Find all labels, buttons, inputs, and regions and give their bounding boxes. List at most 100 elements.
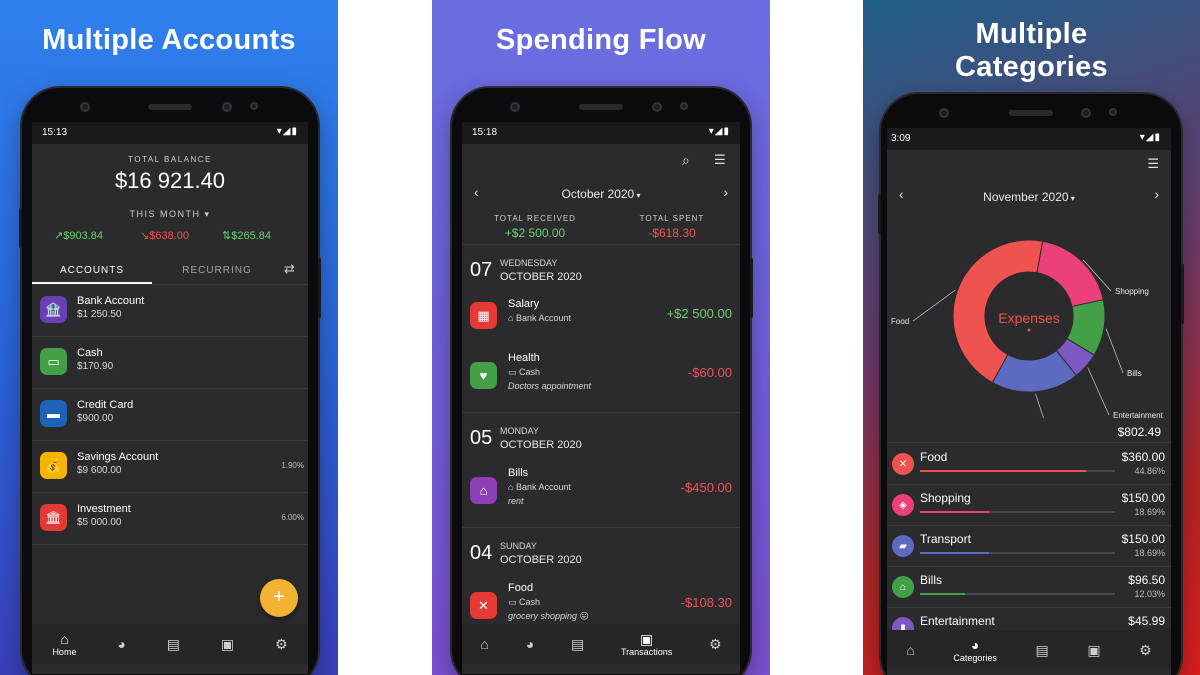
nav-home[interactable]: ⌂ — [480, 636, 488, 652]
category-percent: 18.69% — [1134, 507, 1165, 517]
category-row[interactable]: ◈ Shopping $150.00 18.69% — [887, 485, 1171, 526]
category-progress-track — [920, 470, 1115, 472]
gear-icon: ⚙ — [709, 635, 722, 652]
tab-accounts[interactable]: ACCOUNTS — [32, 257, 152, 284]
transaction-amount: -$450.00 — [680, 480, 732, 495]
day-number: 07 — [470, 259, 493, 281]
nav-settings[interactable]: ⚙ — [275, 636, 288, 652]
transaction-row[interactable]: ♥ Health ▭ Cash Doctors appointment -$60… — [462, 347, 740, 409]
list-view-icon[interactable]: ☰ — [1147, 156, 1159, 172]
nav-home[interactable]: ⌂ — [906, 641, 915, 658]
clipboard-icon: ▣ — [220, 635, 235, 652]
chevron-right-icon[interactable]: › — [1154, 186, 1159, 202]
transaction-title: Health — [508, 352, 540, 364]
nav-settings[interactable]: ⚙ — [1139, 642, 1152, 658]
category-name: Bills — [920, 573, 943, 587]
bar-chart-icon: ▤ — [166, 635, 180, 652]
account-balance: $1 250.50 — [77, 309, 122, 320]
account-row-cash[interactable]: ▭ Cash $170.90 — [32, 337, 308, 389]
nav-home[interactable]: ⌂ Home — [52, 630, 76, 657]
nav-transactions[interactable]: ▣ Transactions — [621, 631, 672, 657]
chevron-down-icon: ▾ — [1068, 194, 1075, 203]
category-row[interactable]: ▰ Transport $150.00 18.69% — [887, 526, 1171, 567]
nav-transactions[interactable]: ▣ — [1087, 642, 1100, 658]
transfer-icon[interactable]: ⇄ — [284, 261, 295, 277]
account-rate: 1.90% — [281, 461, 304, 470]
account-balance: $5 000.00 — [77, 517, 122, 528]
account-name: Investment — [77, 503, 131, 515]
category-name: Shopping — [920, 491, 971, 505]
home-icon: ⌂ — [60, 630, 69, 647]
month-label: November 2020 — [983, 190, 1069, 204]
food-icon: ✕ — [892, 453, 914, 475]
day-number: 04 — [470, 542, 493, 564]
home-icon: ⌂ — [906, 641, 915, 658]
status-icons: ▾◢▮ — [276, 126, 298, 137]
account-row-investment[interactable]: 🏛 Investment $5 000.00 6.00% — [32, 493, 308, 545]
nav-settings[interactable]: ⚙ — [709, 635, 722, 652]
nav-reports[interactable]: ▤ — [166, 635, 180, 652]
transport-icon: ▰ — [892, 535, 914, 557]
transaction-amount: -$60.00 — [687, 365, 732, 380]
donut-leader-line — [1087, 367, 1110, 416]
category-row[interactable]: ✕ Food $360.00 44.86% — [887, 444, 1171, 485]
category-amount: $150.00 — [1121, 532, 1165, 546]
nav-transactions[interactable]: ▣ — [220, 635, 235, 652]
transaction-account: ▭ Cash — [508, 367, 541, 377]
total-balance-label: TOTAL BALANCE — [128, 155, 212, 164]
transaction-row[interactable]: ▦ Salary ⌂ Bank Account +$2 500.00 — [462, 292, 740, 344]
categories-screen: 3:09 ▾◢▮ ☰ ‹ November 2020 ▾ › Shopping B… — [887, 128, 1171, 675]
bottom-nav: ⌂ Home ◕ ▤ ▣ ⚙ — [32, 624, 308, 664]
month-label: October 2020 — [561, 187, 635, 201]
month-selector[interactable]: November 2020 ▾ — [887, 190, 1171, 204]
filter-icon[interactable]: ☰ — [714, 152, 726, 168]
account-balance: $9 600.00 — [77, 465, 122, 476]
period-selector[interactable]: THIS MONTH ▾ — [32, 209, 308, 220]
bank-icon: 🏦 — [40, 296, 67, 323]
total-spent-value: -$618.30 — [648, 226, 696, 240]
category-progress-fill — [920, 470, 1087, 472]
account-name: Credit Card — [77, 399, 134, 411]
bottom-nav: ⌂ ◕ ▤ ▣ Transactions ⚙ — [462, 624, 740, 664]
account-balance: $900.00 — [77, 413, 114, 424]
nav-categories[interactable]: ◕ — [117, 636, 125, 652]
category-row[interactable]: ⌂ Bills $96.50 12.03% — [887, 567, 1171, 608]
chevron-right-icon[interactable]: › — [723, 184, 728, 200]
account-row-bank[interactable]: 🏦 Bank Account $1 250.50 — [32, 285, 308, 337]
investment-icon: 🏛 — [40, 504, 67, 531]
swap-arrows-icon: ⇅ — [222, 230, 232, 242]
nav-categories-label: Categories — [953, 652, 997, 663]
transaction-amount: +$2 500.00 — [666, 306, 732, 321]
donut-slice-shopping[interactable] — [1036, 240, 1104, 308]
search-icon[interactable]: ⌕ — [682, 152, 690, 169]
donut-center-dot — [1027, 328, 1031, 332]
category-progress-fill — [920, 593, 965, 595]
nav-reports[interactable]: ▤ — [571, 636, 584, 652]
health-icon: ♥ — [470, 362, 497, 389]
transaction-title: Food — [508, 582, 534, 594]
bank-icon: ⌂ — [508, 313, 516, 323]
nav-categories[interactable]: ◕ Categories — [953, 637, 997, 663]
nav-categories[interactable]: ◕ — [526, 636, 534, 652]
transaction-note: grocery shopping 😛 — [508, 611, 589, 621]
donut-center-label: Expenses — [998, 310, 1060, 326]
arrow-down-right-icon: ↘ — [140, 230, 150, 242]
account-row-credit-card[interactable]: ▬ Credit Card $900.00 — [32, 389, 308, 441]
nav-reports[interactable]: ▤ — [1035, 642, 1048, 658]
month-selector[interactable]: October 2020 ▾ — [462, 187, 740, 201]
bills-icon: ⌂ — [892, 576, 914, 598]
tab-recurring[interactable]: RECURRING — [162, 257, 272, 284]
transaction-row[interactable]: ⌂ Bills ⌂ Bank Account rent -$450.00 — [462, 462, 740, 524]
transaction-title: Bills — [508, 467, 529, 479]
day-month: OCTOBER 2020 — [500, 271, 582, 283]
category-percent: 44.86% — [1134, 466, 1165, 476]
bottom-nav: ⌂ ◕ Categories ▤ ▣ ⚙ — [887, 630, 1171, 670]
status-time: 15:18 — [472, 127, 498, 138]
panel-spending-flow: Spending Flow 15:18 ▾◢▮ ⌕ ☰ ‹ October 20… — [432, 0, 770, 675]
period-label: THIS MONTH — [129, 209, 201, 219]
status-time: 15:13 — [42, 127, 68, 138]
day-month: OCTOBER 2020 — [500, 439, 582, 451]
account-row-savings[interactable]: 💰 Savings Account $9 600.00 1.90% — [32, 441, 308, 493]
category-percent: 12.03% — [1134, 589, 1165, 599]
add-account-fab[interactable]: + — [260, 579, 298, 617]
